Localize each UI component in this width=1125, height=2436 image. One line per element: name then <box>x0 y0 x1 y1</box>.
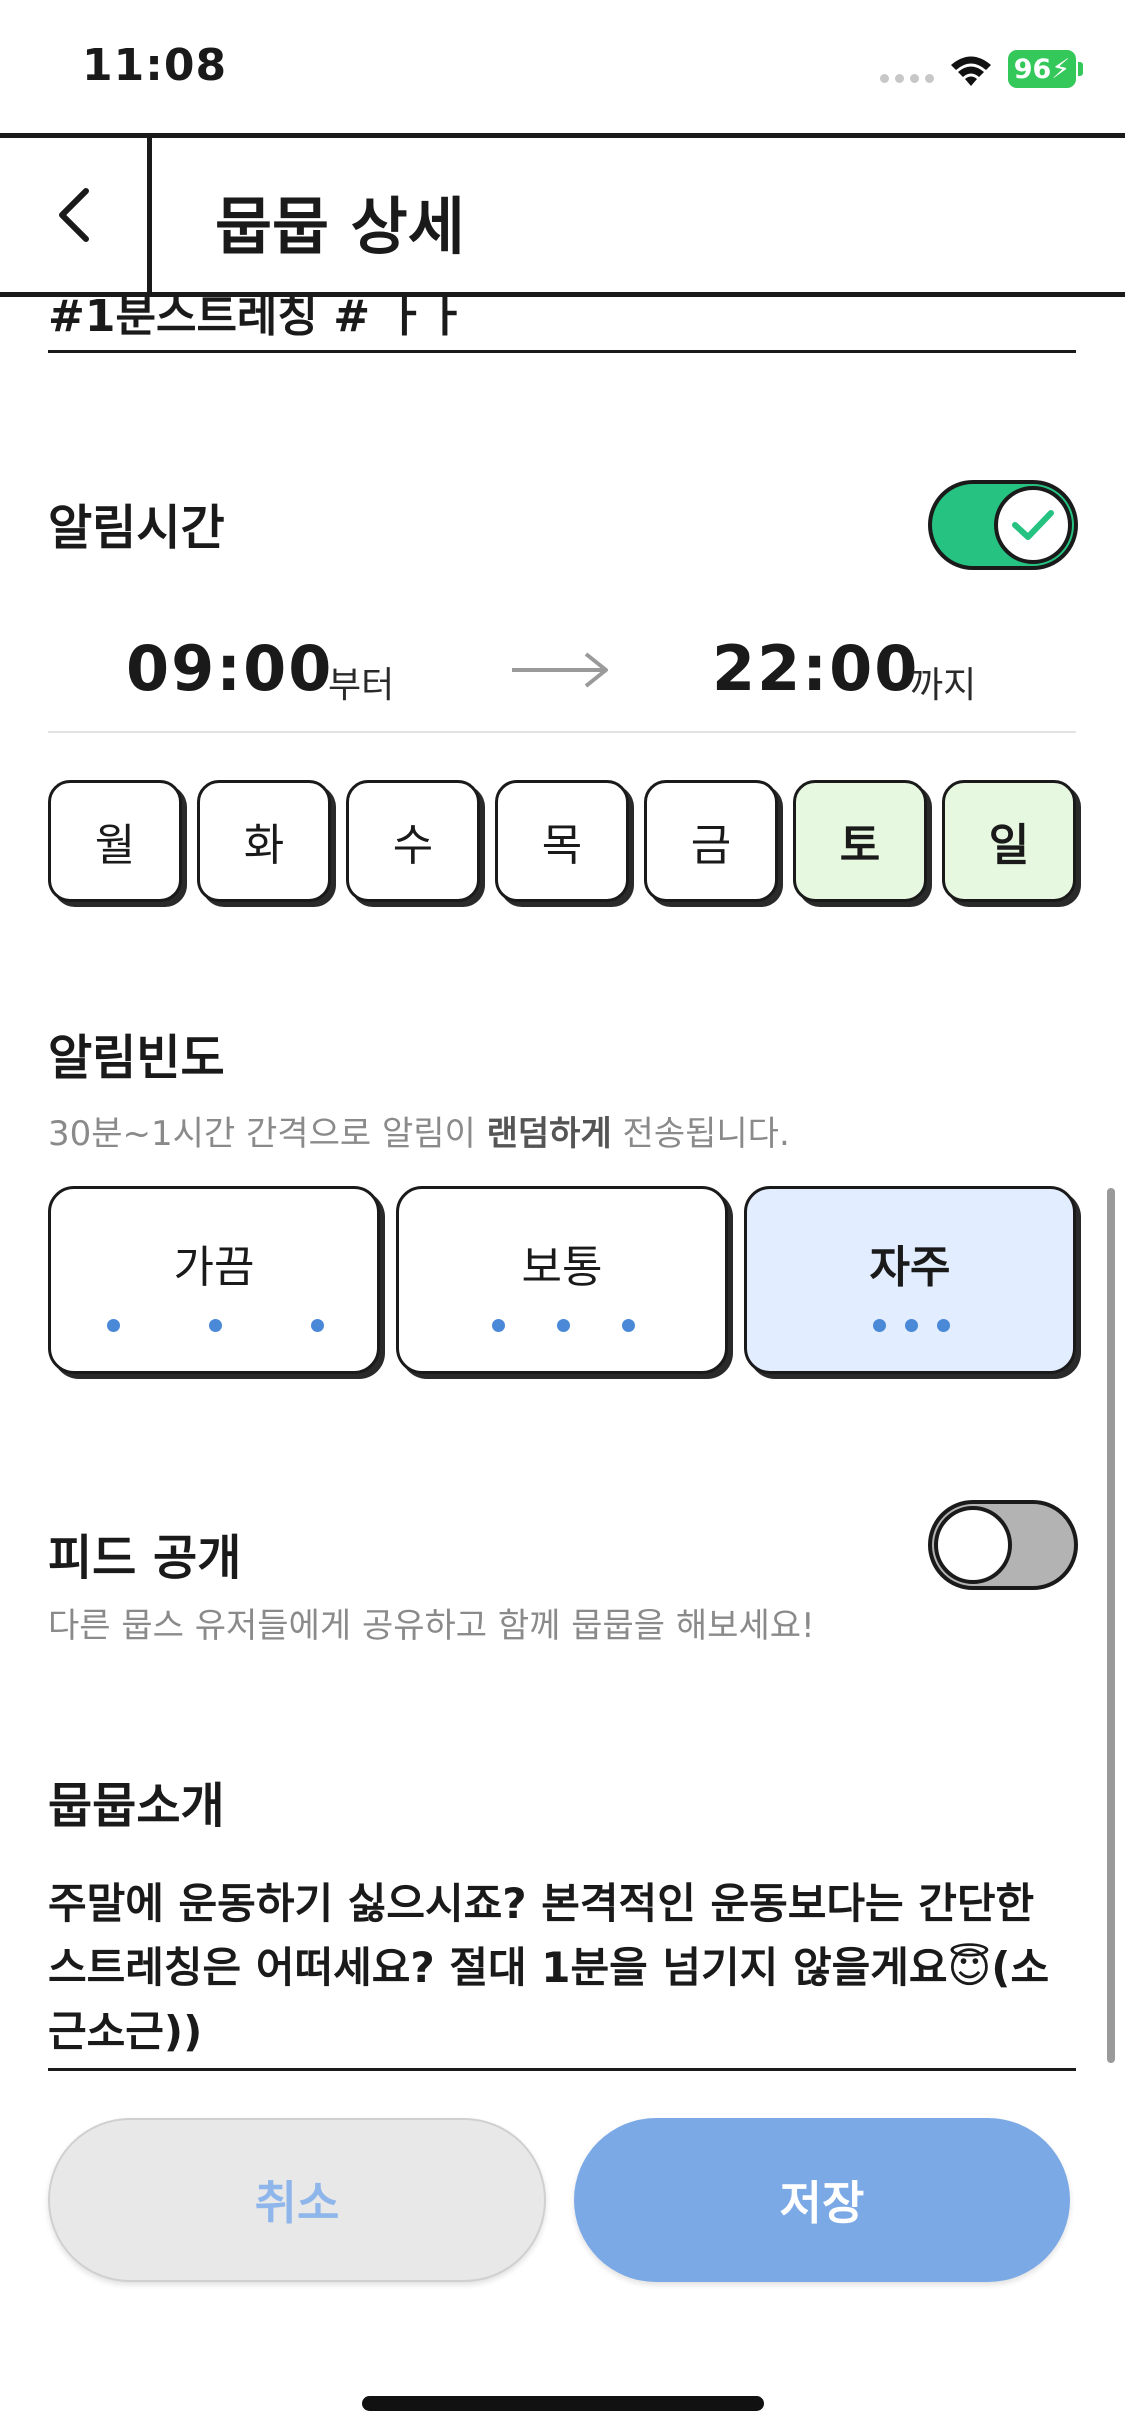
weekday-mon[interactable]: 월 <box>48 780 182 902</box>
frequency-option-often[interactable]: 자주 <box>744 1186 1076 1374</box>
frequency-dot <box>622 1319 635 1332</box>
frequency-desc-prefix: 30분~1시간 간격으로 알림이 <box>48 1114 487 1154</box>
weekday-thu[interactable]: 목 <box>495 780 629 902</box>
divider <box>48 2068 1076 2071</box>
frequency-dot <box>557 1319 570 1332</box>
frequency-label: 보통 <box>521 1242 603 1293</box>
end-time-suffix: 까지 <box>910 665 977 706</box>
back-button[interactable] <box>0 138 152 292</box>
arrow-right-icon <box>512 652 608 688</box>
scrollbar[interactable] <box>1107 1188 1115 2063</box>
chevron-left-icon <box>58 188 89 242</box>
frequency-dot <box>209 1319 222 1332</box>
weekday-wed[interactable]: 수 <box>346 780 480 902</box>
frequency-dot <box>492 1319 505 1332</box>
battery-level: 96 <box>1013 53 1052 85</box>
frequency-label: 자주 <box>869 1242 951 1293</box>
weekday-sat[interactable]: 토 <box>793 780 927 902</box>
status-bar: 11:08 96 ⚡ <box>0 0 1125 135</box>
frequency-dot <box>905 1319 918 1332</box>
intro-textarea[interactable]: 주말에 운동하기 싫으시죠? 본격적인 운동보다는 간단한 스트레칭은 어떠세요… <box>48 1872 1083 2064</box>
frequency-dot <box>107 1319 120 1332</box>
frequency-title: 알림빈도 <box>48 1030 225 1086</box>
page-title: 뭅뭅 상세 <box>215 190 465 263</box>
cancel-button[interactable]: 취소 <box>48 2118 546 2282</box>
divider <box>48 350 1076 353</box>
start-time[interactable]: 09:00 <box>126 632 333 705</box>
feed-public-description: 다른 뭅스 유저들에게 공유하고 함께 뭅뭅을 해보세요! <box>48 1606 815 1646</box>
weekday-tue[interactable]: 화 <box>197 780 331 902</box>
frequency-option-normal[interactable]: 보통 <box>396 1186 728 1374</box>
weekday-selector: 월 화 수 목 금 토 일 <box>48 780 1076 902</box>
intro-title: 뭅뭅소개 <box>48 1778 225 1834</box>
feed-public-title: 피드 공개 <box>48 1530 242 1586</box>
header-bar: 뭅뭅 상세 <box>0 133 1125 297</box>
divider <box>48 731 1076 733</box>
alarm-time-title: 알림시간 <box>48 500 225 556</box>
end-time[interactable]: 22:00 <box>712 632 919 705</box>
frequency-desc-suffix: 전송됩니다. <box>611 1114 790 1154</box>
frequency-selector: 가끔 보통 자주 <box>48 1186 1076 1374</box>
toggle-knob <box>934 1506 1012 1584</box>
home-indicator <box>362 2396 764 2411</box>
start-time-suffix: 부터 <box>328 665 395 706</box>
alarm-time-toggle[interactable] <box>928 480 1078 570</box>
frequency-desc-bold: 랜덤하게 <box>486 1114 612 1154</box>
toggle-knob <box>994 486 1072 564</box>
frequency-dot <box>937 1319 950 1332</box>
frequency-dot <box>873 1319 886 1332</box>
check-icon <box>1012 510 1054 540</box>
wifi-icon <box>951 56 991 86</box>
weekday-sun[interactable]: 일 <box>942 780 1076 902</box>
weekday-fri[interactable]: 금 <box>644 780 778 902</box>
frequency-dot <box>311 1319 324 1332</box>
frequency-option-rarely[interactable]: 가끔 <box>48 1186 380 1374</box>
frequency-label: 가끔 <box>173 1242 255 1293</box>
save-button[interactable]: 저장 <box>574 2118 1070 2282</box>
cellular-signal-icon <box>880 74 934 83</box>
status-time: 11:08 <box>82 40 228 91</box>
feed-public-toggle[interactable] <box>928 1500 1078 1590</box>
charging-bolt-icon: ⚡ <box>1051 53 1071 85</box>
battery-icon: 96 ⚡ <box>1008 50 1076 88</box>
frequency-description: 30분~1시간 간격으로 알림이 랜덤하게 전송됩니다. <box>48 1106 790 1155</box>
battery-cap <box>1078 62 1083 76</box>
